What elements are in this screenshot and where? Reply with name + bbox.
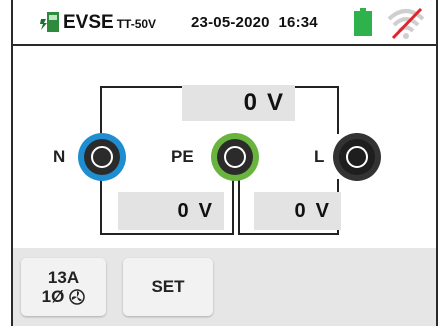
set-button-label: SET: [151, 277, 185, 296]
current-rating-label: 13A: [47, 268, 80, 287]
terminal-label-pe: PE: [171, 147, 194, 166]
voltage-unit: V: [315, 199, 329, 222]
voltage-value: 0: [177, 199, 189, 222]
voltage-unit: V: [266, 89, 283, 116]
voltage-value: 0: [294, 199, 306, 222]
terminal-label-n: N: [53, 147, 66, 166]
voltage-readout-n-pe: 0V: [118, 192, 224, 230]
softkey-bar: 13A 1Ø SET: [13, 248, 436, 326]
fan-icon: [69, 288, 86, 305]
terminal-n-icon: [78, 133, 126, 181]
voltage-value: 0: [243, 89, 257, 116]
voltage-readout-l-pe: 0V: [254, 192, 341, 230]
terminal-l-icon: [333, 133, 381, 181]
current-rating-button[interactable]: 13A 1Ø: [21, 258, 106, 316]
set-button[interactable]: SET: [123, 258, 213, 316]
voltage-readout-n-l: 0V: [182, 85, 295, 121]
voltage-unit: V: [198, 199, 212, 222]
terminal-pe-icon: [211, 133, 259, 181]
phase-label: 1Ø: [42, 287, 86, 306]
instrument-screen: EVSE TT-50V 23-05-2020 16:34 0V 0V 0V N …: [11, 0, 438, 326]
terminal-label-l: L: [314, 147, 325, 166]
